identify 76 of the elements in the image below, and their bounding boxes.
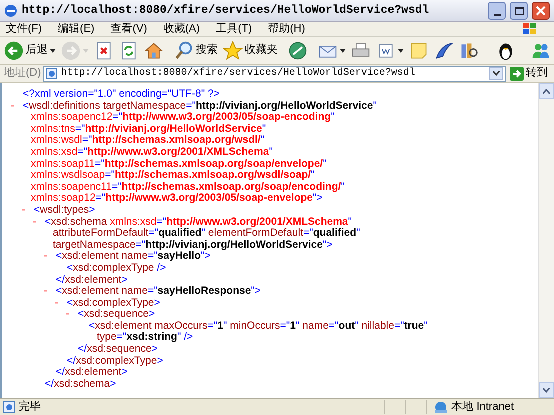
home-icon xyxy=(144,40,164,60)
menu-item[interactable]: 文件(F) xyxy=(6,22,42,36)
dropdown-button[interactable] xyxy=(489,67,503,80)
collapse-toggle[interactable]: - xyxy=(44,285,48,298)
xml-line: <xsd:schema xmlns:xsd="http://www.w3.org/2001/XMLSchema" xyxy=(45,216,352,228)
note-icon xyxy=(409,40,429,60)
xml-line: attributeFormDefault="qualified" elementFormDefault="qualified" xyxy=(52,228,360,240)
xml-line: </xsd:complexType> xyxy=(67,356,164,367)
search-icon xyxy=(174,40,194,60)
xml-line: <xsd:complexType> xyxy=(67,298,160,309)
caret-icon xyxy=(398,48,404,52)
xml-line: xmlns:soap12="http://www.w3.org/2003/05/soap-envelope"> xyxy=(30,193,323,205)
menu-item[interactable]: 工具(T) xyxy=(216,22,252,36)
xml-line: <?xml version="1.0" encoding="UTF-8" ?> xyxy=(23,89,220,101)
star-icon xyxy=(223,40,243,60)
menu-item[interactable]: 查看(V) xyxy=(110,22,148,36)
collapse-toggle[interactable]: - xyxy=(44,250,48,262)
xml-line: <wsdl:definitions targetNamespace="http://vivianj.org/HelloWorldService" xyxy=(23,100,377,112)
window-title: http://localhost:8080/xfire/services/HelloWorldService?wsdl xyxy=(22,2,430,19)
xml-line: </xsd:element> xyxy=(56,274,128,286)
page-icon xyxy=(3,400,16,414)
xml-line: xmlns:wsdl="http://schemas.xmlsoap.org/wsdl/" xyxy=(30,135,265,147)
xml-line: <xsd:sequence> xyxy=(78,309,156,321)
network-zone-icon xyxy=(432,400,449,414)
xml-line: </xsd:schema> xyxy=(45,378,116,390)
menu-item[interactable]: 帮助(H) xyxy=(268,22,306,36)
go-button[interactable]: 转到 xyxy=(508,65,550,82)
refresh-page-icon xyxy=(119,40,139,60)
feather-icon xyxy=(434,40,454,60)
chevron-down-icon xyxy=(492,71,500,76)
page-icon xyxy=(46,68,58,80)
collapse-toggle[interactable]: - xyxy=(22,204,26,216)
scroll-down-button[interactable] xyxy=(539,382,554,398)
menu-item[interactable]: 编辑(E) xyxy=(58,22,95,36)
go-arrow-icon xyxy=(510,66,524,80)
xml-line: targetNamespace="http://vivianj.org/HelloWorldService"> xyxy=(52,240,333,251)
xml-line: <xsd:element name="sayHelloResponse"> xyxy=(56,286,262,298)
xml-line: xmlns:soapenc12="http://www.w3.org/2003/05/soap-encoding" xyxy=(30,112,335,124)
xml-line: type="xsd:string" /> xyxy=(96,332,194,344)
collapse-toggle[interactable]: - xyxy=(33,216,36,228)
xml-line: </xsd:sequence> xyxy=(78,344,158,356)
close-button[interactable] xyxy=(532,2,550,20)
xml-line: <wsdl:types> xyxy=(34,204,96,217)
xml-line: <xsd:complexType /> xyxy=(67,262,166,274)
maximize-button[interactable] xyxy=(510,2,528,20)
xml-line: xmlns:xsd="http://www.w3.org/2001/XMLSchema" xyxy=(30,146,273,159)
windows-logo-icon xyxy=(522,22,538,36)
xml-line: xmlns:soap11="http://schemas.xmlsoap.org/soap/envelope/" xyxy=(30,158,327,170)
collapse-toggle[interactable]: - xyxy=(11,100,14,112)
search-toolbar-button[interactable]: 搜索 xyxy=(172,38,220,62)
caret-icon xyxy=(50,48,56,52)
books-icon xyxy=(459,40,479,60)
menu-item[interactable]: 收藏(A) xyxy=(163,22,200,36)
stop-page-icon xyxy=(94,40,114,60)
caret-icon xyxy=(83,48,89,52)
xml-line: xmlns:wsdlsoap="http://schemas.xmlsoap.org/wsdl/soap/" xyxy=(30,170,315,182)
scrollbar[interactable] xyxy=(538,83,554,398)
back-toolbar-button[interactable]: 后退 xyxy=(2,38,58,62)
xml-line: xmlns:soapenc11="http://schemas.xmlsoap.org/soap/encoding/" xyxy=(30,182,345,193)
favorites-toolbar-button[interactable]: 收藏夹 xyxy=(221,38,280,62)
zone-text: 本地 Intranet xyxy=(452,400,514,415)
close-icon xyxy=(536,6,546,16)
collapse-toggle[interactable]: - xyxy=(66,308,70,320)
address-field[interactable]: http://localhost:8080/xfire/services/HelloWorldService?wsdl xyxy=(43,66,506,82)
xml-line: <xsd:element maxOccurs="1" minOccurs="1" name="out" nillable="true" xyxy=(89,320,428,332)
chevron-up-icon xyxy=(543,88,550,94)
chevron-down-icon xyxy=(543,388,550,392)
xml-line: <xsd:element name="sayHello"> xyxy=(56,251,211,263)
caret-icon xyxy=(340,48,346,52)
xml-line: </xsd:element> xyxy=(56,367,128,379)
collapse-toggle[interactable]: - xyxy=(55,296,58,309)
status-text: 完毕 xyxy=(19,400,42,415)
address-label: 地址(D) xyxy=(4,66,42,82)
scroll-up-button[interactable] xyxy=(539,83,554,99)
xml-line: xmlns:tns="http://vivianj.org/HelloWorldService" xyxy=(30,124,266,136)
minimize-button[interactable] xyxy=(488,2,506,20)
